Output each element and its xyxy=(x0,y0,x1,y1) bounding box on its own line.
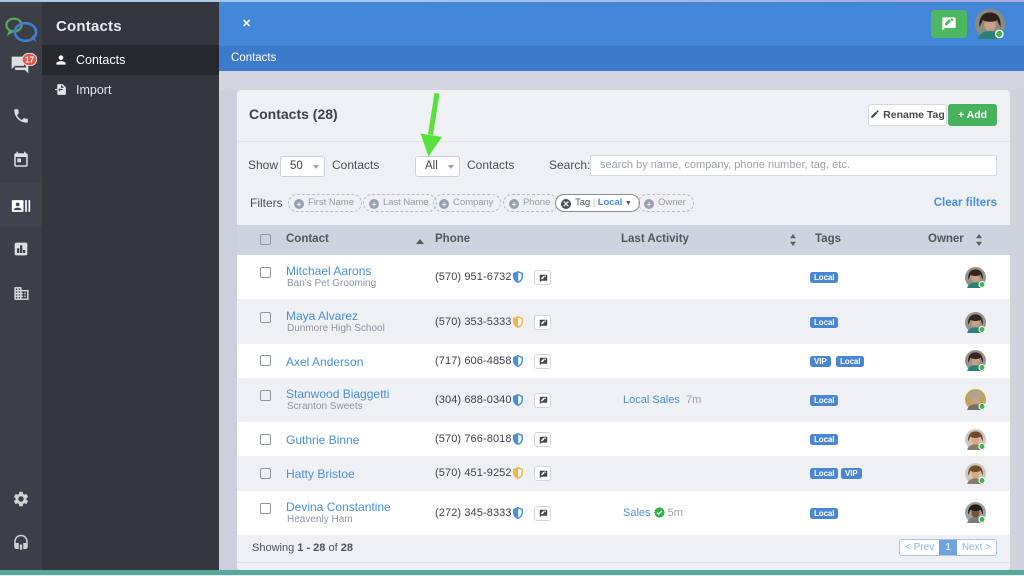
svg-text:17: 17 xyxy=(25,55,35,64)
